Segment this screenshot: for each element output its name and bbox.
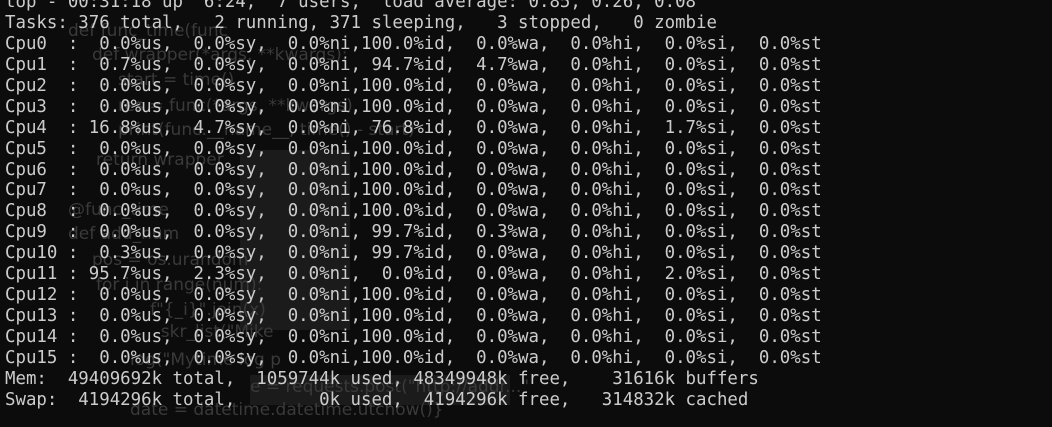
cpu-line: Cpu6 : 0.0%us, 0.0%sy, 0.0%ni,100.0%id, … xyxy=(5,159,822,180)
cpu-line: Cpu5 : 0.0%us, 0.0%sy, 0.0%ni,100.0%id, … xyxy=(5,138,822,159)
terminal-window[interactable]: def func_time(func def wrapper(*args, **… xyxy=(0,0,1052,427)
cpu-line: Cpu3 : 0.0%us, 0.0%sy, 0.0%ni,100.0%id, … xyxy=(5,96,822,117)
cpu-line: Cpu9 : 0.0%us, 0.0%sy, 0.0%ni, 99.7%id, … xyxy=(5,222,822,243)
cpu-line: Cpu10 : 0.3%us, 0.0%sy, 0.0%ni, 99.7%id,… xyxy=(5,243,822,264)
cpu-line: Cpu4 : 16.8%us, 4.7%sy, 0.0%ni, 76.8%id,… xyxy=(5,117,822,138)
cpu-line: Cpu1 : 0.7%us, 0.0%sy, 0.0%ni, 94.7%id, … xyxy=(5,54,822,75)
cpu-line: Cpu15 : 0.0%us, 0.0%sy, 0.0%ni,100.0%id,… xyxy=(5,347,822,368)
memory-line: Mem: 49409692k total, 1059744k used, 483… xyxy=(5,368,759,389)
cpu-line: Cpu0 : 0.0%us, 0.0%sy, 0.0%ni,100.0%id, … xyxy=(5,33,822,54)
tasks-line: Tasks: 376 total, 2 running, 371 sleepin… xyxy=(5,12,717,33)
cpu-line: Cpu7 : 0.0%us, 0.0%sy, 0.0%ni,100.0%id, … xyxy=(5,180,822,201)
top-summary-line: top - 00:31:18 up 6:24, 7 users, load av… xyxy=(5,0,697,12)
cpu-line: Cpu14 : 0.0%us, 0.0%sy, 0.0%ni,100.0%id,… xyxy=(5,327,822,347)
cpu-line: Cpu12 : 0.0%us, 0.0%sy, 0.0%ni,100.0%id,… xyxy=(5,285,822,306)
cpu-line: Cpu11 : 95.7%us, 2.3%sy, 0.0%ni, 0.0%id,… xyxy=(5,264,822,285)
cpu-line: Cpu8 : 0.0%us, 0.0%sy, 0.0%ni,100.0%id, … xyxy=(5,201,822,222)
swap-line: Swap: 4194296k total, 0k used, 4194296k … xyxy=(5,389,749,410)
cpu-line: Cpu2 : 0.0%us, 0.0%sy, 0.0%ni,100.0%id, … xyxy=(5,75,822,96)
top-output: top - 00:31:18 up 6:24, 7 users, load av… xyxy=(5,0,822,411)
cpu-line: Cpu13 : 0.0%us, 0.0%sy, 0.0%ni,100.0%id,… xyxy=(5,306,822,327)
